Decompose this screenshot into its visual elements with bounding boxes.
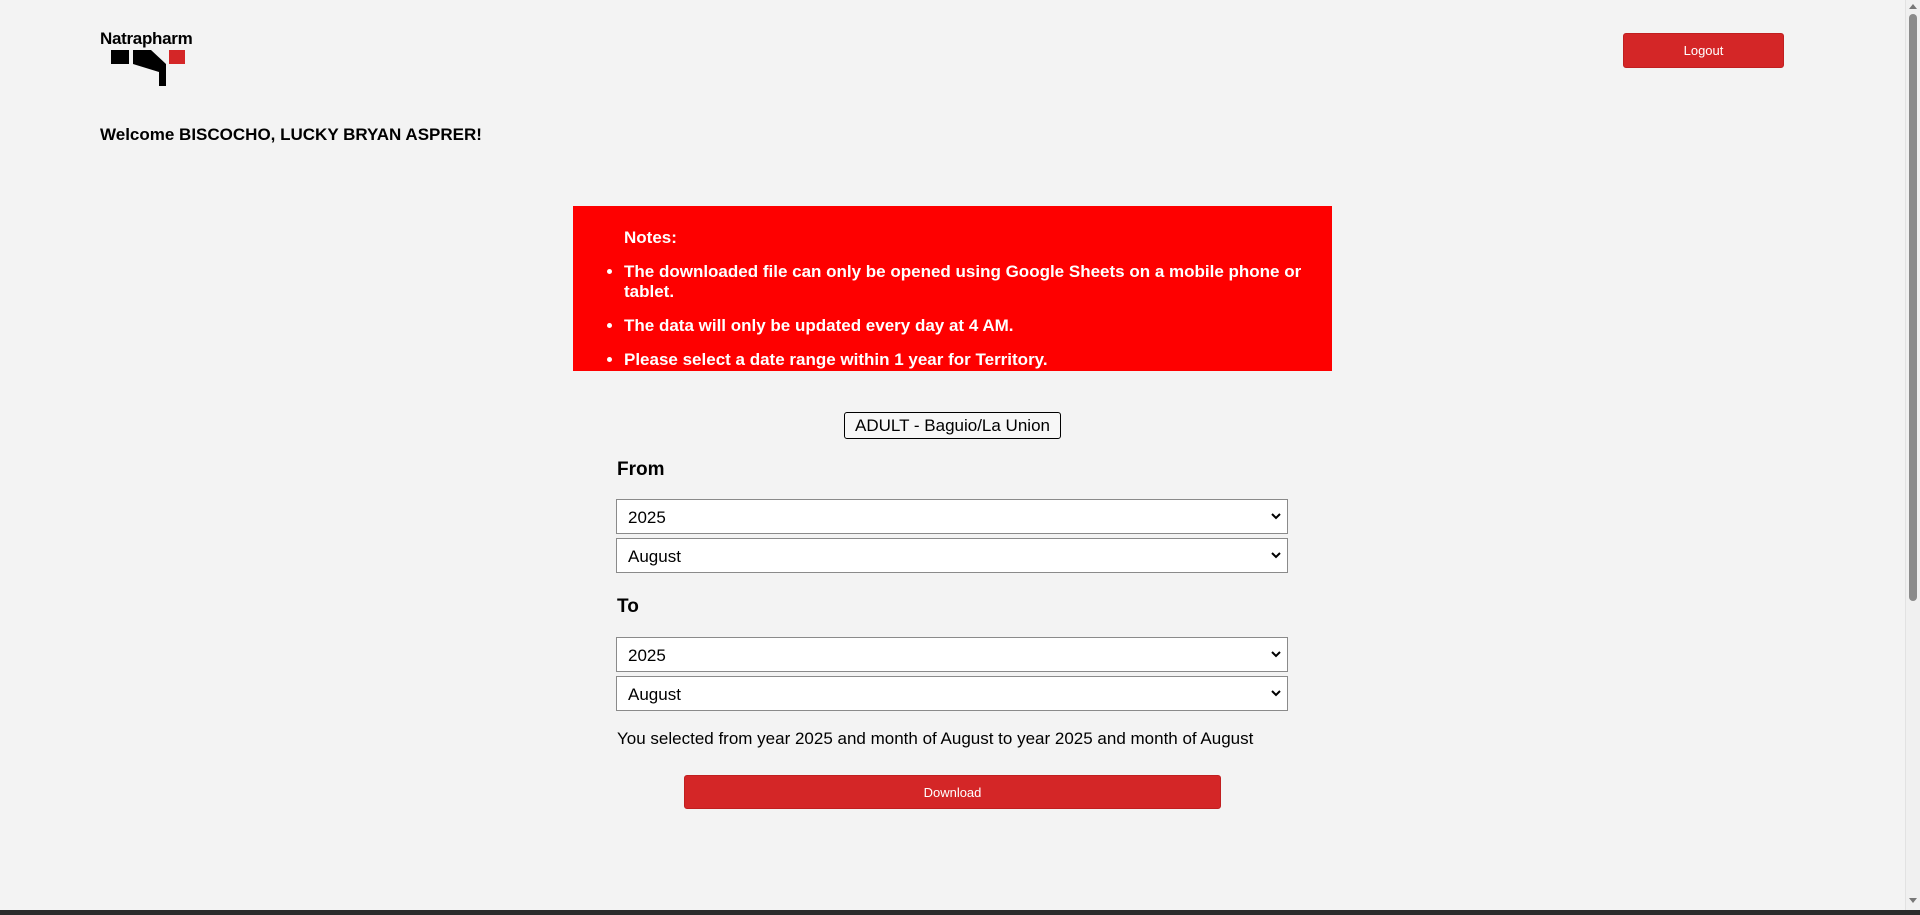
natrapharm-logo[interactable]: Natrapharm	[100, 30, 200, 86]
window-bottom-edge	[0, 910, 1920, 915]
scroll-up-arrow-icon[interactable]	[1909, 4, 1917, 9]
notes-list: The downloaded file can only be opened u…	[573, 262, 1332, 384]
from-month-select[interactable]: August	[616, 538, 1288, 573]
notes-title: Notes:	[624, 228, 677, 247]
notes-panel: Notes: The downloaded file can only be o…	[573, 206, 1332, 371]
to-year-select[interactable]: 2025	[616, 637, 1288, 672]
page: Natrapharm Logout Welcome BISCOCHO, LUCK…	[0, 0, 1905, 910]
logout-button[interactable]: Logout	[1623, 33, 1784, 68]
vertical-scrollbar[interactable]	[1905, 0, 1920, 910]
logo-mark-icon	[111, 50, 185, 86]
to-month-value: August	[628, 685, 681, 704]
from-label: From	[617, 459, 665, 480]
selection-summary: You selected from year 2025 and month of…	[617, 729, 1254, 748]
scrollbar-thumb[interactable]	[1909, 14, 1917, 601]
notes-item: Please select a date range within 1 year…	[624, 350, 1332, 370]
welcome-message: Welcome BISCOCHO, LUCKY BRYAN ASPRER!	[100, 125, 482, 144]
notes-item: The downloaded file can only be opened u…	[624, 262, 1332, 302]
scroll-down-arrow-icon[interactable]	[1909, 898, 1917, 903]
from-year-select[interactable]: 2025	[616, 499, 1288, 534]
logo-text: Natrapharm	[100, 29, 193, 48]
chevron-down-icon	[1271, 513, 1281, 520]
from-year-value: 2025	[628, 508, 666, 527]
chevron-down-icon	[1271, 552, 1281, 559]
to-label: To	[617, 596, 639, 617]
chevron-down-icon	[1271, 690, 1281, 697]
territory-button[interactable]: ADULT - Baguio/La Union	[844, 412, 1061, 439]
download-button[interactable]: Download	[684, 775, 1221, 809]
notes-item: The data will only be updated every day …	[624, 316, 1332, 336]
to-month-select[interactable]: August	[616, 676, 1288, 711]
chevron-down-icon	[1271, 651, 1281, 658]
to-year-value: 2025	[628, 646, 666, 665]
from-month-value: August	[628, 547, 681, 566]
